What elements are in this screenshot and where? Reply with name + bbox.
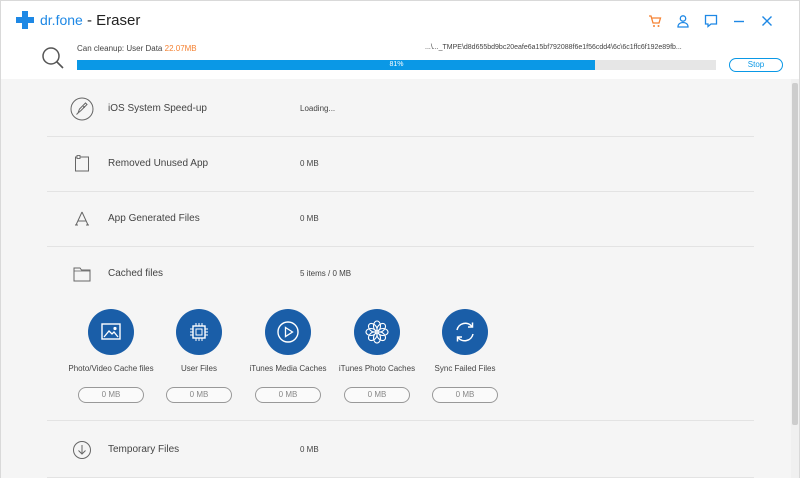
category-row-app-files[interactable]: App Generated Files 0 MB xyxy=(47,191,754,247)
app-title: - Eraser xyxy=(87,12,141,29)
vertical-scrollbar[interactable] xyxy=(791,79,799,478)
app-window: dr.fone - Eraser Can cleanup: User Data … xyxy=(0,0,800,478)
category-row-temporary-files[interactable]: Temporary Files 0 MB xyxy=(47,422,754,478)
cache-item-itunes-media: iTunes Media Caches 0 MB xyxy=(244,309,332,419)
cache-item-photo-video: Photo/Video Cache files 0 MB xyxy=(67,309,155,419)
row-value: 0 MB xyxy=(300,445,319,454)
cache-item-sync-failed: Sync Failed Files 0 MB xyxy=(421,309,509,419)
search-icon xyxy=(41,46,65,75)
phone-app-icon xyxy=(69,152,95,176)
folder-icon xyxy=(69,262,95,286)
user-icon[interactable] xyxy=(669,11,697,31)
cache-size-button[interactable]: 0 MB xyxy=(166,387,232,403)
category-row-speedup[interactable]: iOS System Speed-up Loading... xyxy=(47,81,754,137)
results-list: iOS System Speed-up Loading... Removed U… xyxy=(1,79,791,478)
cache-item-label: iTunes Photo Caches xyxy=(338,364,416,373)
progress-label: 81% xyxy=(389,61,404,68)
rocket-icon xyxy=(69,97,95,121)
row-value: 0 MB xyxy=(300,159,319,168)
row-label: Temporary Files xyxy=(108,444,180,455)
drfone-logo-icon xyxy=(16,11,34,29)
category-row-unused-app[interactable]: Removed Unused App 0 MB xyxy=(47,136,754,192)
title-bar-controls xyxy=(641,11,781,31)
cache-size-button[interactable]: 0 MB xyxy=(432,387,498,403)
row-label: Removed Unused App xyxy=(108,158,209,169)
cache-item-label: User Files xyxy=(180,364,217,373)
chip-icon[interactable] xyxy=(176,309,222,355)
play-icon[interactable] xyxy=(265,309,311,355)
cache-item-label: iTunes Media Caches xyxy=(249,364,327,373)
cache-item-user-files: User Files 0 MB xyxy=(155,309,243,419)
cart-icon[interactable] xyxy=(641,11,669,31)
minimize-icon[interactable] xyxy=(725,11,753,31)
cache-item-itunes-photo: iTunes Photo Caches 0 MB xyxy=(333,309,421,419)
row-value: 5 items / 0 MB xyxy=(300,269,352,278)
cache-size-button[interactable]: 0 MB xyxy=(255,387,321,403)
row-value: 0 MB xyxy=(300,214,319,223)
image-icon[interactable] xyxy=(88,309,134,355)
row-value: Loading... xyxy=(300,104,336,113)
cache-item-label: Sync Failed Files xyxy=(434,364,496,373)
stop-button[interactable]: Stop xyxy=(729,58,783,72)
download-circle-icon xyxy=(69,438,95,462)
cleanup-label: Can cleanup: User Data xyxy=(77,44,163,53)
progress-bar: 81% xyxy=(77,60,716,70)
scan-path: ...\..._TMPE\d8d655bd9bc20eafe6a15bf7920… xyxy=(425,44,682,51)
sync-icon[interactable] xyxy=(442,309,488,355)
row-label: App Generated Files xyxy=(108,213,200,224)
cached-files-breakdown: Photo/Video Cache files 0 MB User Files … xyxy=(47,291,754,421)
feedback-icon[interactable] xyxy=(697,11,725,31)
cache-size-button[interactable]: 0 MB xyxy=(344,387,410,403)
cache-size-button[interactable]: 0 MB xyxy=(78,387,144,403)
cache-item-label: Photo/Video Cache files xyxy=(68,364,154,373)
scan-progress-row: Can cleanup: User Data 22.07MB ...\..._T… xyxy=(1,39,799,79)
row-label: iOS System Speed-up xyxy=(108,103,207,114)
close-icon[interactable] xyxy=(753,11,781,31)
logo-text: dr.fone xyxy=(40,12,83,28)
row-label: Cached files xyxy=(108,268,164,279)
title-bar: dr.fone - Eraser xyxy=(1,1,799,39)
app-store-icon xyxy=(69,207,95,231)
cleanup-summary: Can cleanup: User Data 22.07MB xyxy=(77,44,197,53)
app-logo: dr.fone xyxy=(16,11,83,29)
cleanup-size: 22.07MB xyxy=(164,44,197,53)
scrollbar-thumb[interactable] xyxy=(792,83,798,425)
flower-icon[interactable] xyxy=(354,309,400,355)
